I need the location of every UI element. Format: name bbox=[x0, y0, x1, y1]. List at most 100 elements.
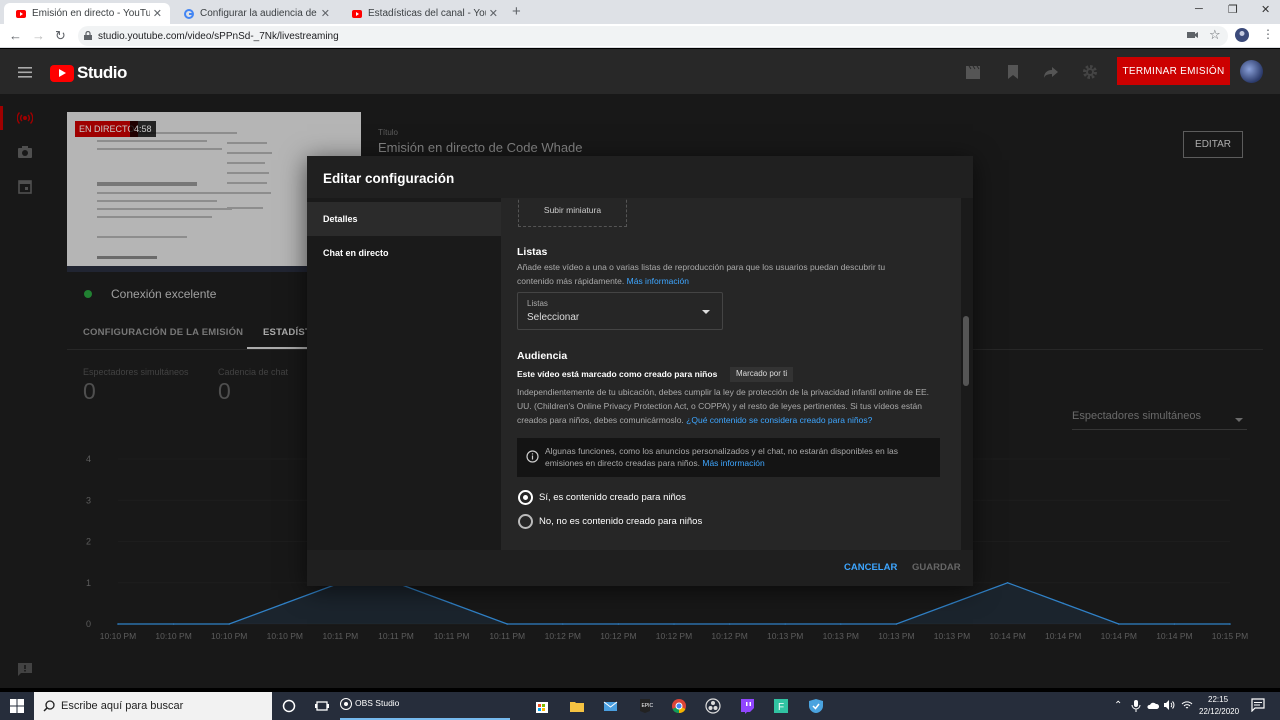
svg-text:EPIC: EPIC bbox=[642, 703, 654, 709]
file-explorer-icon[interactable] bbox=[569, 698, 585, 714]
search-icon bbox=[43, 700, 55, 712]
clock-time[interactable]: 22:15 bbox=[1208, 695, 1228, 704]
bookmark-icon[interactable] bbox=[1005, 64, 1021, 80]
info-more-link[interactable]: Más información bbox=[702, 458, 764, 468]
playlist-select-value: Seleccionar bbox=[527, 312, 580, 323]
lock-icon bbox=[84, 31, 92, 40]
epic-games-icon[interactable]: EPIC bbox=[637, 698, 653, 714]
audience-legal-text: Independientemente de tu ubicación, debe… bbox=[517, 385, 942, 427]
youtube-logo-icon bbox=[50, 64, 74, 82]
hamburger-menu-icon[interactable] bbox=[17, 64, 33, 80]
browser-tab-analytics[interactable]: Estadísticas del canal - YouTube ✕ bbox=[340, 3, 506, 24]
caret-down-icon bbox=[702, 310, 710, 314]
close-tab-icon[interactable]: ✕ bbox=[153, 7, 162, 20]
task-view-icon[interactable] bbox=[314, 698, 330, 714]
studio-header: Studio TERMINAR EMISIÓN bbox=[0, 49, 1280, 94]
dialog-header: Editar configuración bbox=[307, 156, 973, 198]
nav-details[interactable]: Detalles bbox=[307, 202, 501, 236]
audience-legal-link[interactable]: ¿Qué contenido se considera creado para … bbox=[686, 415, 872, 425]
tab-title: Emisión en directo - YouTube Studio bbox=[32, 8, 150, 19]
onedrive-icon[interactable] bbox=[1147, 700, 1159, 710]
playlists-more-info-link[interactable]: Más información bbox=[627, 276, 689, 286]
end-stream-button[interactable]: TERMINAR EMISIÓN bbox=[1117, 57, 1230, 85]
obs-icon[interactable] bbox=[340, 698, 356, 714]
camera-icon[interactable] bbox=[1187, 29, 1199, 41]
mail-icon[interactable] bbox=[603, 698, 619, 714]
nav-details-label: Detalles bbox=[323, 214, 358, 224]
tab-title: Configurar la audiencia de un video bbox=[200, 8, 318, 19]
volume-icon[interactable] bbox=[1163, 700, 1175, 710]
tray-expand-icon[interactable]: ⌃ bbox=[1114, 700, 1122, 711]
google-icon bbox=[184, 8, 194, 19]
profile-avatar-icon[interactable] bbox=[1235, 28, 1249, 42]
obs-app-icon[interactable] bbox=[705, 698, 721, 714]
youtube-icon bbox=[352, 9, 362, 19]
cortana-icon[interactable] bbox=[281, 698, 297, 714]
url-text: studio.youtube.com/video/sPPnSd-_7Nk/liv… bbox=[98, 30, 339, 42]
bookmark-star-icon[interactable]: ☆ bbox=[1209, 27, 1221, 43]
playlists-heading: Listas bbox=[517, 246, 548, 258]
store-icon[interactable] bbox=[534, 698, 550, 714]
network-icon[interactable] bbox=[1181, 700, 1193, 710]
browser-tab-studio[interactable]: Emisión en directo - YouTube Studio ✕ bbox=[4, 3, 170, 24]
clock-date[interactable]: 22/12/2020 bbox=[1199, 707, 1239, 716]
radio-no-label[interactable]: No, no es contenido creado para niños bbox=[539, 516, 702, 527]
tab-title: Estadísticas del canal - YouTube bbox=[368, 8, 486, 19]
minimize-icon[interactable]: ─ bbox=[1195, 3, 1203, 15]
back-icon[interactable]: ← bbox=[9, 28, 22, 43]
dialog-title: Editar configuración bbox=[323, 171, 455, 186]
browser-menu-icon[interactable]: ⋮ bbox=[1262, 27, 1274, 41]
restore-icon[interactable]: ❐ bbox=[1228, 3, 1238, 16]
audience-status-chip: Marcado por ti bbox=[730, 367, 794, 382]
clapperboard-icon[interactable] bbox=[965, 64, 981, 80]
close-tab-icon[interactable]: ✕ bbox=[489, 7, 498, 20]
radio-yes-label[interactable]: Sí, es contenido creado para niños bbox=[539, 492, 686, 503]
radio-made-for-kids-yes[interactable] bbox=[518, 490, 533, 505]
address-bar-row: ← → ↻ studio.youtube.com/video/sPPnSd-_7… bbox=[0, 24, 1280, 48]
playlists-description: Añade este vídeo a una o varias listas d… bbox=[517, 260, 912, 288]
microphone-icon[interactable] bbox=[1131, 700, 1141, 712]
browser-tab-support[interactable]: Configurar la audiencia de un video ✕ bbox=[172, 3, 338, 24]
close-window-icon[interactable]: ✕ bbox=[1261, 3, 1270, 16]
browser-tab-bar: Emisión en directo - YouTube Studio ✕ Co… bbox=[0, 0, 1280, 24]
search-placeholder: Escribe aquí para buscar bbox=[61, 700, 184, 712]
settings-gear-icon[interactable] bbox=[1082, 64, 1098, 80]
playlists-description-text: Añade este vídeo a una o varias listas d… bbox=[517, 262, 886, 286]
edit-settings-dialog: Editar configuración Detalles Chat en di… bbox=[307, 156, 973, 586]
playlist-select-label: Listas bbox=[527, 299, 548, 308]
close-tab-icon[interactable]: ✕ bbox=[321, 7, 330, 20]
svg-text:F: F bbox=[778, 702, 784, 713]
nav-live-chat-label: Chat en directo bbox=[323, 248, 389, 258]
streamlabs-icon[interactable]: F bbox=[773, 698, 789, 714]
chrome-icon[interactable] bbox=[671, 698, 687, 714]
share-icon[interactable] bbox=[1043, 64, 1059, 80]
shield-app-icon[interactable] bbox=[808, 698, 824, 714]
logo-text: Studio bbox=[77, 63, 127, 82]
windows-taskbar: Escribe aquí para buscar OBS Studio EPIC… bbox=[0, 692, 1280, 720]
start-button[interactable] bbox=[0, 692, 34, 720]
nav-live-chat[interactable]: Chat en directo bbox=[307, 236, 501, 270]
url-field[interactable]: studio.youtube.com/video/sPPnSd-_7Nk/liv… bbox=[78, 26, 1228, 46]
dialog-scrollbar[interactable] bbox=[961, 198, 973, 550]
playlist-select[interactable]: Listas Seleccionar bbox=[517, 292, 723, 330]
upload-thumbnail-button[interactable]: Subir miniatura bbox=[518, 198, 627, 227]
audience-heading: Audiencia bbox=[517, 350, 568, 362]
channel-avatar[interactable] bbox=[1240, 60, 1263, 83]
cancel-button[interactable]: CANCELAR bbox=[844, 562, 897, 573]
info-notice-text: Algunas funciones, como los anuncios per… bbox=[545, 445, 925, 469]
obs-taskbar-label[interactable]: OBS Studio bbox=[355, 698, 399, 708]
upload-thumbnail-label: Subir miniatura bbox=[543, 205, 602, 215]
windows-logo-icon bbox=[10, 699, 24, 713]
taskbar-search[interactable]: Escribe aquí para buscar bbox=[34, 692, 272, 720]
save-button[interactable]: GUARDAR bbox=[912, 562, 961, 573]
radio-made-for-kids-no[interactable] bbox=[518, 514, 533, 529]
reload-icon[interactable]: ↻ bbox=[55, 28, 66, 44]
notifications-icon[interactable] bbox=[1251, 698, 1265, 712]
scrollbar-thumb[interactable] bbox=[963, 316, 969, 386]
studio-logo[interactable]: Studio bbox=[50, 63, 127, 83]
twitch-icon[interactable] bbox=[739, 698, 755, 714]
new-tab-button[interactable]: + bbox=[512, 3, 521, 20]
info-notice: Algunas funciones, como los anuncios per… bbox=[517, 438, 940, 477]
dialog-nav: Detalles Chat en directo bbox=[307, 198, 501, 550]
forward-icon[interactable]: → bbox=[32, 28, 45, 43]
